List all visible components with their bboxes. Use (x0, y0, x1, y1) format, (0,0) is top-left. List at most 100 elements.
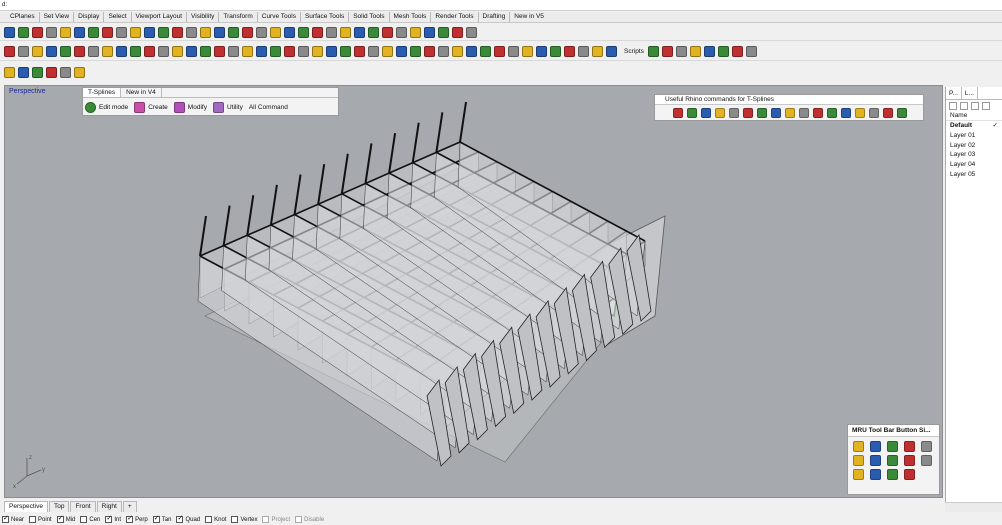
toolbar-tab-new-in-v5[interactable]: New in V5 (510, 12, 548, 22)
toolbar-tool-icon[interactable] (438, 45, 449, 57)
useful-command-icon[interactable] (729, 108, 739, 118)
mru-button-icon[interactable] (853, 441, 864, 452)
layer-item[interactable]: Layer 03 (946, 150, 1002, 160)
toolbar-tool-icon[interactable] (228, 26, 239, 38)
mru-button-icon[interactable] (921, 441, 932, 452)
toolbar-tool-icon[interactable] (214, 26, 225, 38)
toolbar-tool-icon[interactable] (200, 45, 211, 57)
toolbar-tool-icon[interactable] (256, 26, 267, 38)
toolbar-tool-icon[interactable] (340, 45, 351, 57)
mru-button-icon[interactable] (853, 455, 864, 466)
toolbar-tool-icon[interactable] (74, 66, 85, 78)
useful-command-icon[interactable] (715, 108, 725, 118)
layer-item[interactable]: Layer 04 (946, 160, 1002, 170)
toolbar-tool-icon[interactable] (284, 26, 295, 38)
useful-command-icon[interactable] (813, 108, 823, 118)
toolbar-tool-icon[interactable] (298, 26, 309, 38)
useful-command-icon[interactable] (673, 108, 683, 118)
toolbar-tool-icon[interactable] (466, 45, 477, 57)
toolbar-tool-icon[interactable] (116, 45, 127, 57)
osnap-checkbox[interactable] (205, 516, 213, 523)
layer-item[interactable]: Layer 01 (946, 131, 1002, 141)
toolbar-tab-curve-tools[interactable]: Curve Tools (258, 12, 301, 22)
toolbar-tab-drafting[interactable]: Drafting (479, 12, 511, 22)
tab-properties[interactable]: P... (946, 87, 962, 99)
toolbar-tool-icon[interactable] (32, 45, 43, 57)
viewport-tab-top[interactable]: Top (48, 500, 70, 512)
toolbar-tool-icon[interactable] (88, 45, 99, 57)
toolbar-tool-icon[interactable] (564, 45, 575, 57)
toolbar-tool-icon[interactable] (731, 45, 743, 57)
toolbar-tool-icon[interactable] (130, 26, 141, 38)
toolbar-tool-icon[interactable] (172, 45, 183, 57)
toolbar-tool-icon[interactable] (186, 45, 197, 57)
osnap-near[interactable]: Near (2, 514, 24, 523)
toolbar-tab-render-tools[interactable]: Render Tools (431, 12, 479, 22)
mru-button-icon[interactable] (870, 469, 881, 480)
toolbar-tool-icon[interactable] (4, 26, 15, 38)
osnap-checkbox[interactable] (80, 516, 88, 523)
toolbar-tool-icon[interactable] (368, 26, 379, 38)
toolbar-tool-icon[interactable] (74, 26, 85, 38)
mru-button-icon[interactable] (870, 455, 881, 466)
toolbar-tool-icon[interactable] (354, 26, 365, 38)
toolbar-tool-icon[interactable] (745, 45, 757, 57)
toolbar-tab-surface-tools[interactable]: Surface Tools (301, 12, 350, 22)
toolbar-tool-icon[interactable] (550, 45, 561, 57)
toolbar-tool-icon[interactable] (18, 45, 29, 57)
create-button[interactable]: Create (134, 101, 168, 113)
toolbar-tool-icon[interactable] (578, 45, 589, 57)
useful-command-icon[interactable] (743, 108, 753, 118)
add-viewport-tab[interactable]: + (122, 500, 137, 512)
toolbar-tool-icon[interactable] (312, 45, 323, 57)
edit-mode-button[interactable]: Edit mode (85, 101, 128, 113)
toolbar-tool-icon[interactable] (46, 66, 57, 78)
toolbar-tool-icon[interactable] (144, 45, 155, 57)
toolbar-tab-solid-tools[interactable]: Solid Tools (349, 12, 390, 22)
toolbar-tool-icon[interactable] (158, 26, 169, 38)
toolbar-tool-icon[interactable] (312, 26, 323, 38)
toolbar-tool-icon[interactable] (424, 26, 435, 38)
toolbar-tab-transform[interactable]: Transform (219, 12, 258, 22)
osnap-mid[interactable]: Mid (56, 514, 75, 523)
toolbar-tool-icon[interactable] (60, 45, 71, 57)
move-up-icon[interactable] (982, 101, 990, 110)
toolbar-tool-icon[interactable] (689, 45, 701, 57)
toolbar-tool-icon[interactable] (382, 26, 393, 38)
tab-tsplines[interactable]: T-Splines (83, 88, 122, 97)
toolbar-tab-set-view[interactable]: Set View (40, 12, 75, 22)
osnap-tan[interactable]: Tan (152, 514, 171, 523)
new-sublayer-icon[interactable] (960, 101, 968, 110)
toolbar-tool-icon[interactable] (368, 45, 379, 57)
osnap-checkbox[interactable] (152, 514, 160, 523)
layer-item[interactable]: Default ✓ (946, 121, 1002, 131)
toolbar-tool-icon[interactable] (214, 45, 225, 57)
osnap-checkbox[interactable] (56, 514, 64, 523)
toolbar-tool-icon[interactable] (242, 45, 253, 57)
toolbar-tool-icon[interactable] (102, 26, 113, 38)
new-layer-icon[interactable] (949, 101, 957, 110)
toolbar-tool-icon[interactable] (452, 45, 463, 57)
useful-command-icon[interactable] (687, 108, 697, 118)
useful-command-icon[interactable] (701, 108, 711, 118)
toolbar-tool-icon[interactable] (32, 66, 43, 78)
toolbar-tool-icon[interactable] (647, 45, 659, 57)
toolbar-tool-icon[interactable] (410, 26, 421, 38)
toolbar-tool-icon[interactable] (592, 45, 603, 57)
toolbar-tool-icon[interactable] (340, 26, 351, 38)
toolbar-tool-icon[interactable] (284, 45, 295, 57)
toolbar-tool-icon[interactable] (354, 45, 365, 57)
toolbar-tool-icon[interactable] (158, 45, 169, 57)
toolbar-tool-icon[interactable] (536, 45, 547, 57)
toolbar-tool-icon[interactable] (382, 45, 393, 57)
osnap-vertex[interactable]: Vertex (231, 516, 257, 523)
toolbar-tool-icon[interactable] (130, 45, 141, 57)
toolbar-tool-icon[interactable] (144, 26, 155, 38)
useful-command-icon[interactable] (827, 108, 837, 118)
osnap-checkbox[interactable] (176, 514, 184, 523)
toolbar-tab-cplanes[interactable]: CPlanes (6, 12, 40, 22)
delete-layer-icon[interactable] (971, 101, 979, 110)
toolbar-tool-icon[interactable] (452, 26, 463, 38)
mru-button-icon[interactable] (887, 455, 898, 466)
mru-button-icon[interactable] (887, 441, 898, 452)
